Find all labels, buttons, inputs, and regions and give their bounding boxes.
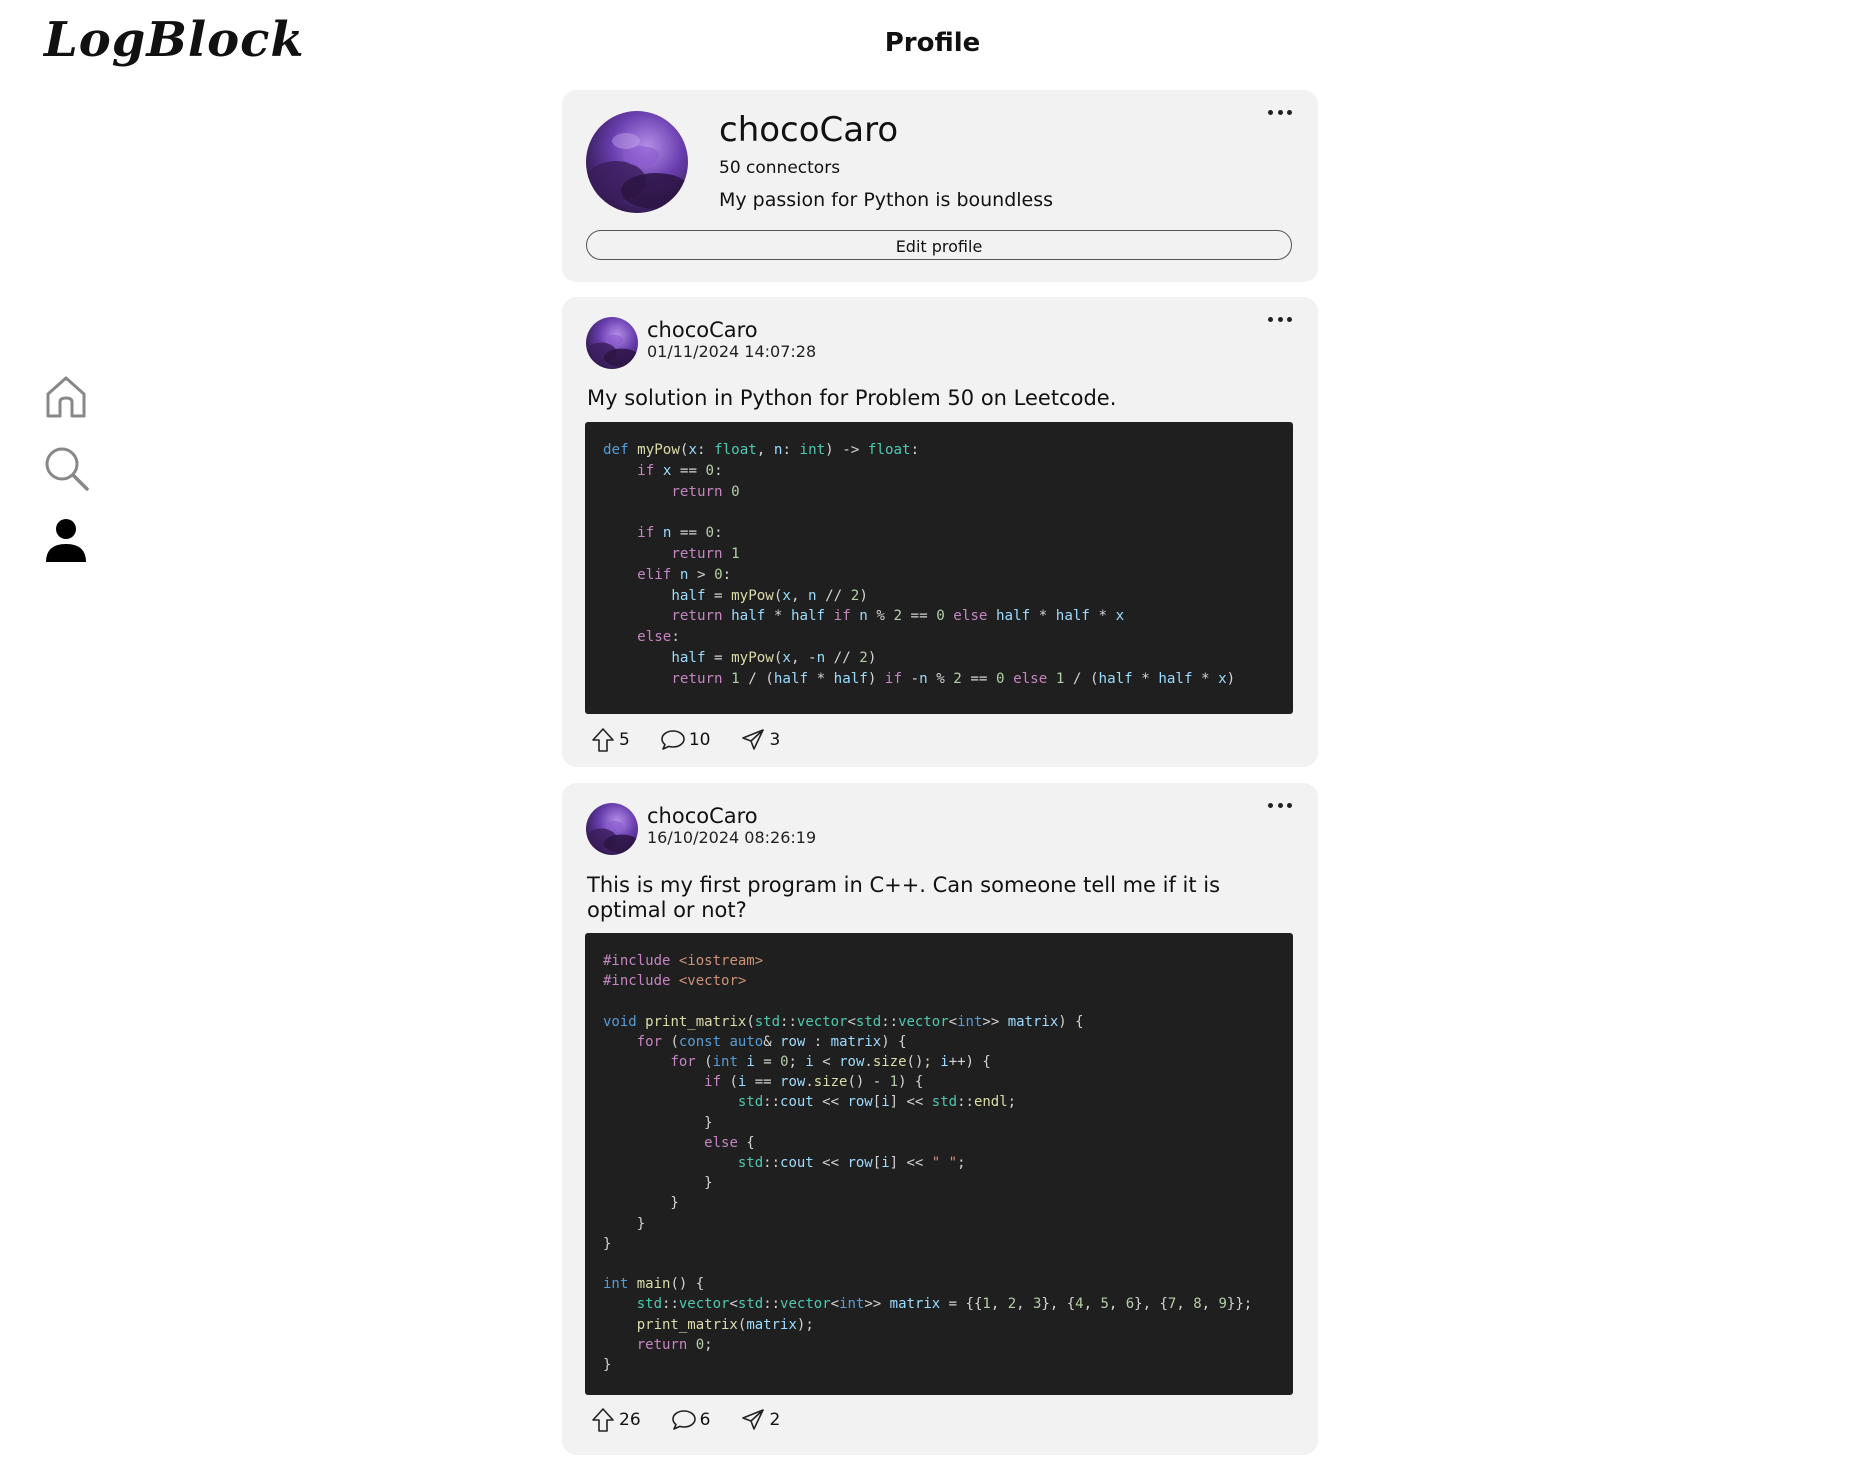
avatar[interactable] [586,317,638,369]
avatar-image [586,317,638,369]
share-button[interactable]: 3 [740,727,780,753]
post-text: My solution in Python for Problem 50 on … [587,386,1117,410]
post-actions: 26 6 2 [590,1407,810,1433]
post-card: chocoCaro 01/11/2024 14:07:28 My solutio… [562,297,1318,767]
nav-home[interactable] [42,372,90,420]
share-count: 2 [769,1410,781,1430]
profile-bio: My passion for Python is boundless [719,189,1054,211]
home-icon [46,376,86,418]
comment-count: 6 [699,1410,711,1430]
upvote-button[interactable]: 5 [590,727,630,753]
post-author[interactable]: chocoCaro [647,318,758,342]
share-icon [742,1409,765,1430]
more-options-icon[interactable] [1268,799,1292,811]
nav-profile[interactable] [42,516,90,564]
comment-count: 10 [688,730,711,750]
upvote-count: 5 [619,730,630,750]
code-block: #include <iostream> #include <vector> vo… [585,933,1293,1395]
more-options-icon[interactable] [1268,313,1292,325]
more-options-icon[interactable] [1268,106,1292,118]
page-title: Profile [884,28,981,58]
comment-button[interactable]: 10 [660,727,711,753]
avatar[interactable] [586,803,638,855]
upvote-icon [592,1408,614,1432]
nav-search[interactable] [42,444,90,492]
comment-icon [671,1410,696,1430]
profile-connectors[interactable]: 50 connectors [719,158,840,178]
profile-username: chocoCaro [719,110,899,150]
profile-icon [46,519,86,562]
sidebar-nav [42,372,90,588]
post-timestamp: 01/11/2024 14:07:28 [647,342,817,361]
post-timestamp: 16/10/2024 08:26:19 [647,828,817,847]
profile-card: chocoCaro 50 connectors My passion for P… [562,90,1318,282]
share-button[interactable]: 2 [740,1407,780,1433]
code-block: def myPow(x: float, n: int) -> float: if… [585,422,1293,714]
comment-button[interactable]: 6 [671,1407,711,1433]
share-count: 3 [769,730,781,750]
avatar-image [586,803,638,855]
post-text: This is my first program in C++. Can som… [587,873,1221,922]
post-author[interactable]: chocoCaro [647,804,758,828]
comment-icon [661,730,685,750]
edit-profile-button[interactable]: Edit profile [586,230,1292,260]
upvote-icon [592,728,614,752]
post-card: chocoCaro 16/10/2024 08:26:19 This is my… [562,783,1318,1455]
upvote-button[interactable]: 26 [590,1407,641,1433]
avatar[interactable] [586,111,688,213]
post-actions: 5 10 3 [590,727,810,753]
upvote-count: 26 [619,1410,641,1430]
search-icon [45,447,89,491]
avatar-image [586,111,688,213]
share-icon [742,729,765,750]
